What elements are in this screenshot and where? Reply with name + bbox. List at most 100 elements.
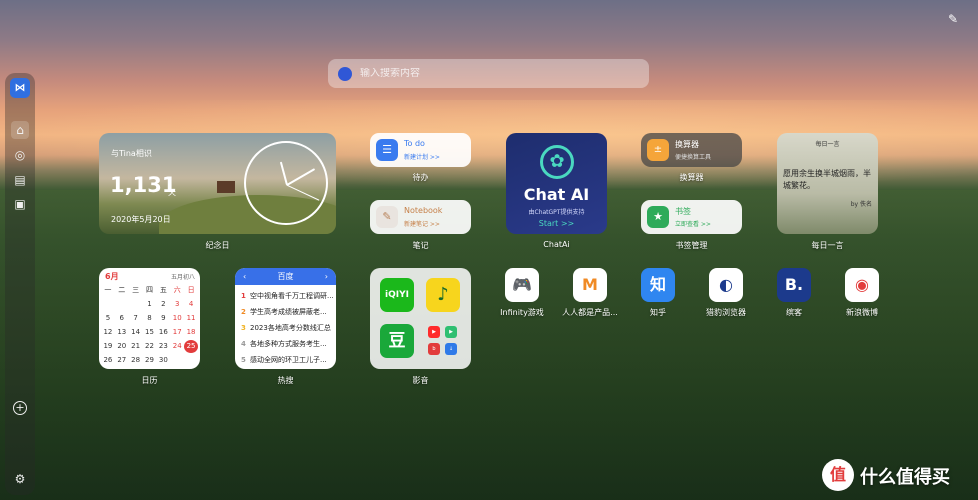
calendar-day[interactable]: 8 [143, 312, 157, 325]
googleplay-icon[interactable]: ▶ [445, 326, 457, 338]
hotlist-widget[interactable]: ‹ 百度 › 1 空中视角看千万工程调研... 2 学生高考成绩被屏蔽老... 3 202… [235, 268, 336, 369]
iqiyi-icon[interactable]: iQIYI [380, 278, 414, 312]
calendar-day[interactable]: 18 [184, 326, 198, 339]
add-icon[interactable]: + [13, 401, 27, 415]
daily-quote-widget[interactable]: 每日一言 愿用余生换半城烟雨，半城繁花。 by 佚名 [777, 133, 878, 234]
calendar-day[interactable]: 23 [156, 340, 170, 353]
calculator-caption: 换算器 [679, 173, 704, 182]
hotlist-header: ‹ 百度 › [235, 268, 336, 285]
calendar-widget[interactable]: 6月 五月初八 一二三四五六日 1 2 3 4 5 6 7 8 9 10 11 12 13 14 15 16 17… [99, 268, 200, 369]
calendar-day[interactable]: 30 [156, 354, 170, 367]
calendar-grid: 一二三四五六日 1 2 3 4 5 6 7 8 9 10 11 12 13 14 15 16 17 18 19 20 21… [101, 284, 198, 367]
calendar-day[interactable]: 12 [101, 326, 115, 339]
douban-icon[interactable]: 豆 [380, 324, 414, 358]
calendar-day[interactable]: 24 [170, 340, 184, 353]
media-caption: 影音 [412, 376, 429, 385]
calendar-day[interactable]: 6 [115, 312, 129, 325]
hotlist-item[interactable]: 1 空中视角看千万工程调研... [241, 291, 333, 301]
calendar-day[interactable]: 22 [143, 340, 157, 353]
calendar-day[interactable]: 3 [170, 298, 184, 311]
todo-subtitle: 新建计划 >> [404, 154, 440, 161]
calendar-day[interactable]: 28 [129, 354, 143, 367]
search-bar[interactable] [328, 59, 649, 88]
download-icon[interactable]: ↓ [445, 343, 457, 355]
calendar-day[interactable]: 14 [129, 326, 143, 339]
pencil-icon: ✎ [376, 206, 398, 228]
infinity-game-icon[interactable]: 🎮 [505, 268, 539, 302]
calendar-day[interactable]: 2 [156, 298, 170, 311]
calendar-day[interactable]: 13 [115, 326, 129, 339]
hotlist-item[interactable]: 2 学生高考成绩被屏蔽老... [241, 307, 333, 317]
quote-text: 愿用余生换半城烟雨，半城繁花。 [783, 169, 871, 190]
bingke-label: 缤客 [786, 308, 802, 317]
hotlist-item[interactable]: 3 2023各地高考分数线汇总 [241, 323, 333, 333]
calendar-day[interactable]: 15 [143, 326, 157, 339]
calendar-day[interactable]: 25 [184, 340, 198, 353]
cheetah-browser-icon[interactable]: ◐ [709, 268, 743, 302]
calendar-day[interactable]: 10 [170, 312, 184, 325]
anniversary-count: 1,131 [110, 173, 177, 197]
notebook-subtitle: 新建笔记 >> [404, 221, 440, 228]
box-icon[interactable]: ▣ [11, 195, 29, 213]
music-icon[interactable]: ♪ [426, 278, 460, 312]
store-icon[interactable]: ▤ [11, 171, 29, 189]
anniversary-date: 2020年5月20日 [111, 215, 171, 224]
calendar-day[interactable]: 19 [101, 340, 115, 353]
chatai-subtitle: 由ChatGPT提供支持 [528, 209, 585, 216]
baidu-paw-icon[interactable] [338, 66, 352, 81]
watermark-text: 什么值得买 [860, 467, 950, 488]
bookmarks-caption: 书签管理 [675, 241, 708, 250]
todo-widget[interactable]: ☰ To do 新建计划 >> [370, 133, 471, 167]
zhihu-icon[interactable]: 知 [641, 268, 675, 302]
calendar-day[interactable]: 21 [129, 340, 143, 353]
sidebar: ⋈ ⌂ ◎ ▤ ▣ + ⚙ [5, 73, 35, 495]
woshipm-icon[interactable]: M [573, 268, 607, 302]
todo-caption: 待办 [412, 173, 429, 182]
compass-icon[interactable]: ◎ [11, 146, 29, 164]
wallpaper-icon[interactable]: ✎ [948, 12, 962, 26]
hotlist-caption: 热搜 [277, 376, 294, 385]
calendar-day[interactable]: 4 [184, 298, 198, 311]
anniversary-unit: 天 [168, 188, 176, 197]
home-icon[interactable]: ⌂ [11, 121, 29, 139]
media-folder[interactable]: iQIYI ♪ 豆 ▶ ▶ b ↓ [370, 268, 471, 369]
bilibili-icon[interactable]: b [428, 343, 440, 355]
youtube-icon[interactable]: ▶ [428, 326, 440, 338]
calendar-day[interactable]: 16 [156, 326, 170, 339]
hotlist-item[interactable]: 5 感动全网的环卫工儿子... [241, 355, 333, 365]
chatai-widget[interactable]: ✿ Chat AI 由ChatGPT提供支持 Start >> [506, 133, 607, 234]
settings-icon[interactable]: ⚙ [11, 470, 29, 488]
calendar-day[interactable]: 9 [156, 312, 170, 325]
notebook-title: Notebook [404, 206, 443, 215]
notebook-widget[interactable]: ✎ Notebook 新建笔记 >> [370, 200, 471, 234]
weekday-label: 三 [132, 286, 140, 294]
bingke-icon[interactable]: B. [777, 268, 811, 302]
hotlist-item[interactable]: 4 各地多种方式服务考生... [241, 339, 333, 349]
calendar-day[interactable]: 26 [101, 354, 115, 367]
calendar-day[interactable]: 5 [101, 312, 115, 325]
hotlist-rank: 5 [241, 356, 246, 364]
chatai-start-link[interactable]: Start >> [506, 219, 607, 228]
calendar-empty-cell [184, 354, 198, 367]
next-arrow-icon[interactable]: › [325, 268, 328, 285]
weibo-icon[interactable]: ◉ [845, 268, 879, 302]
weibo-label: 新浪微博 [846, 308, 878, 317]
bookmark-star-icon: ★ [647, 206, 669, 228]
calculator-title: 换算器 [675, 140, 699, 149]
calendar-day[interactable]: 11 [184, 312, 198, 325]
calculator-widget[interactable]: ± 换算器 便捷换算工具 [641, 133, 742, 167]
calendar-day[interactable]: 27 [115, 354, 129, 367]
prev-arrow-icon[interactable]: ‹ [243, 268, 246, 285]
bookmarks-widget[interactable]: ★ 书签 立即查看 >> [641, 200, 742, 234]
calendar-day[interactable]: 29 [143, 354, 157, 367]
anniversary-widget[interactable]: 与Tina相识 1,131 天 2020年5月20日 [99, 133, 336, 234]
calendar-day[interactable]: 7 [129, 312, 143, 325]
house-decoration [217, 181, 235, 193]
calculator-icon: ± [647, 139, 669, 161]
calendar-day[interactable]: 17 [170, 326, 184, 339]
search-input[interactable] [360, 68, 620, 79]
calendar-day[interactable]: 20 [115, 340, 129, 353]
calendar-lunar-date: 五月初八 [170, 274, 195, 281]
calendar-day[interactable]: 1 [143, 298, 157, 311]
app-logo-icon[interactable]: ⋈ [10, 78, 30, 98]
